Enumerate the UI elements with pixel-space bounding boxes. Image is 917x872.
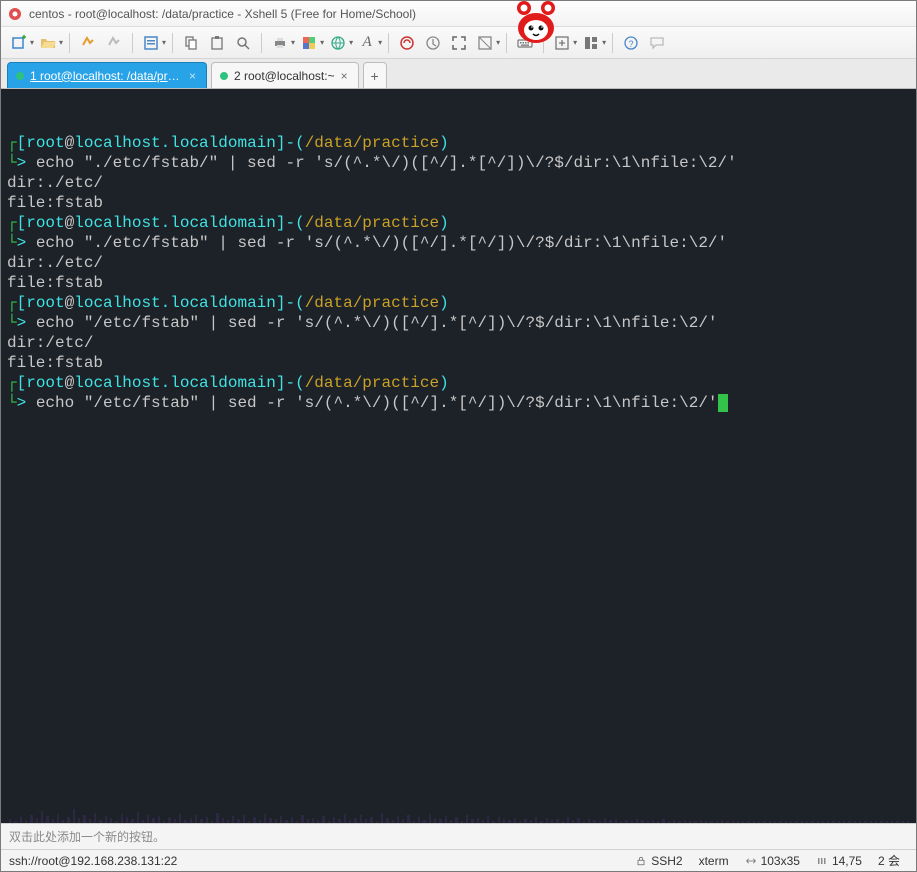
properties-button[interactable] xyxy=(139,31,163,55)
fullscreen-button[interactable] xyxy=(447,31,471,55)
find-button[interactable] xyxy=(231,31,255,55)
resize-icon xyxy=(745,855,757,867)
toolbar-separator xyxy=(506,33,507,53)
xftp-button[interactable] xyxy=(421,31,445,55)
color-scheme-button[interactable] xyxy=(297,31,321,55)
chevron-down-icon: ▾ xyxy=(496,38,500,47)
lock-icon xyxy=(635,855,647,867)
chevron-down-icon: ▾ xyxy=(573,38,577,47)
term-type-cell: xterm xyxy=(691,854,737,868)
encoding-button[interactable] xyxy=(326,31,350,55)
new-session-button[interactable] xyxy=(7,31,31,55)
chevron-down-icon: ▾ xyxy=(291,38,295,47)
paste-button[interactable] xyxy=(205,31,229,55)
session-count-cell: 2 会 xyxy=(870,852,908,869)
caret-icon xyxy=(816,855,828,867)
add-pane-button[interactable] xyxy=(550,31,574,55)
toolbar-separator xyxy=(69,33,70,53)
session-tab-1[interactable]: 1 root@localhost: /data/prac... × xyxy=(7,62,207,88)
caret-pos-cell: 14,75 xyxy=(808,854,870,868)
chevron-down-icon: ▾ xyxy=(59,38,63,47)
tab-label: 1 root@localhost: /data/prac... xyxy=(30,69,183,83)
session-tab-2[interactable]: 2 root@localhost:~ × xyxy=(211,62,359,88)
copy-button[interactable] xyxy=(179,31,203,55)
window-title: centos - root@localhost: /data/practice … xyxy=(29,7,910,21)
chevron-down-icon: ▾ xyxy=(320,38,324,47)
toolbar-separator xyxy=(172,33,173,53)
toolbar-separator xyxy=(261,33,262,53)
transparent-button[interactable] xyxy=(473,31,497,55)
connection-string: ssh://root@192.168.238.131:22 xyxy=(9,854,177,868)
toolbar-separator xyxy=(388,33,389,53)
close-icon[interactable]: × xyxy=(341,69,348,83)
new-tab-button[interactable]: + xyxy=(363,62,387,88)
xagent-button[interactable] xyxy=(395,31,419,55)
app-window: centos - root@localhost: /data/practice … xyxy=(0,0,917,872)
disconnect-button[interactable] xyxy=(102,31,126,55)
help-button[interactable]: ? xyxy=(619,31,643,55)
chevron-down-icon: ▾ xyxy=(349,38,353,47)
terminal[interactable]: ┌[root@localhost.localdomain]-(/data/pra… xyxy=(1,89,916,823)
chevron-down-icon: ▾ xyxy=(378,38,382,47)
toolbar-separator xyxy=(132,33,133,53)
toolbar-separator xyxy=(612,33,613,53)
open-button[interactable] xyxy=(36,31,60,55)
svg-text:?: ? xyxy=(629,39,634,49)
toolbar: ▾ ▾ ▾ ▾ ▾ ▾ A▾ ▾ ▾ ▾ ? xyxy=(1,27,916,59)
tab-bar: 1 root@localhost: /data/prac... × 2 root… xyxy=(1,59,916,89)
toolbar-separator xyxy=(543,33,544,53)
title-bar[interactable]: centos - root@localhost: /data/practice … xyxy=(1,1,916,27)
chevron-down-icon: ▾ xyxy=(162,38,166,47)
keyboard-button[interactable] xyxy=(513,31,537,55)
chevron-down-icon: ▾ xyxy=(30,38,34,47)
print-button[interactable] xyxy=(268,31,292,55)
chat-button[interactable] xyxy=(645,31,669,55)
close-icon[interactable]: × xyxy=(189,69,196,83)
audio-visualizer xyxy=(1,763,916,823)
font-button[interactable]: A xyxy=(355,31,379,55)
status-dot-icon xyxy=(220,72,228,80)
size-cell: 103x35 xyxy=(737,854,808,868)
app-icon xyxy=(7,6,23,22)
quick-button-area[interactable]: 双击此处添加一个新的按钮。 xyxy=(1,823,916,849)
layout-button[interactable] xyxy=(579,31,603,55)
chevron-down-icon: ▾ xyxy=(602,38,606,47)
status-bar: ssh://root@192.168.238.131:22 SSH2 xterm… xyxy=(1,849,916,871)
reconnect-button[interactable] xyxy=(76,31,100,55)
tab-label: 2 root@localhost:~ xyxy=(234,69,335,83)
hint-text: 双击此处添加一个新的按钮。 xyxy=(9,828,165,845)
protocol-cell: SSH2 xyxy=(627,854,690,868)
status-dot-icon xyxy=(16,72,24,80)
